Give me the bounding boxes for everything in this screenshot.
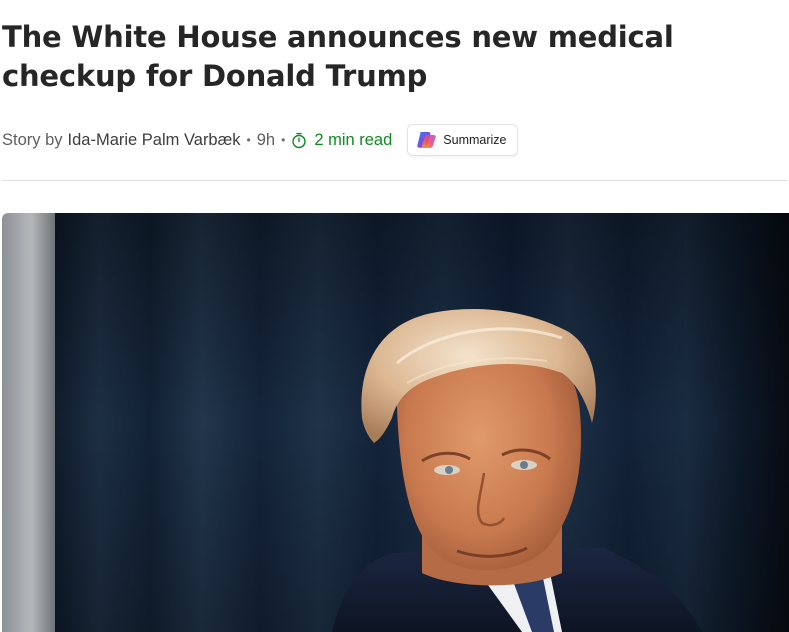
- byline-prefix: Story by: [2, 130, 63, 149]
- byline-separator-2: •: [281, 133, 286, 147]
- stopwatch-icon: [291, 132, 307, 149]
- read-time-label: 2 min read: [314, 130, 393, 149]
- summarize-label: Summarize: [443, 133, 507, 147]
- copilot-icon: [416, 130, 438, 150]
- publish-age: 9h: [256, 130, 276, 149]
- portrait-photo: [2, 213, 789, 632]
- article-byline: Story by Ida-Marie Palm Varbæk • 9h • 2 …: [2, 124, 518, 156]
- read-time: 2 min read: [291, 131, 392, 150]
- summarize-button[interactable]: Summarize: [407, 124, 518, 156]
- header-divider: [2, 180, 787, 181]
- hero-image[interactable]: [2, 213, 789, 632]
- author-name[interactable]: Ida-Marie Palm Varbæk: [68, 131, 241, 150]
- byline-separator: •: [246, 133, 251, 147]
- article-title: The White House announces new medical ch…: [2, 20, 674, 93]
